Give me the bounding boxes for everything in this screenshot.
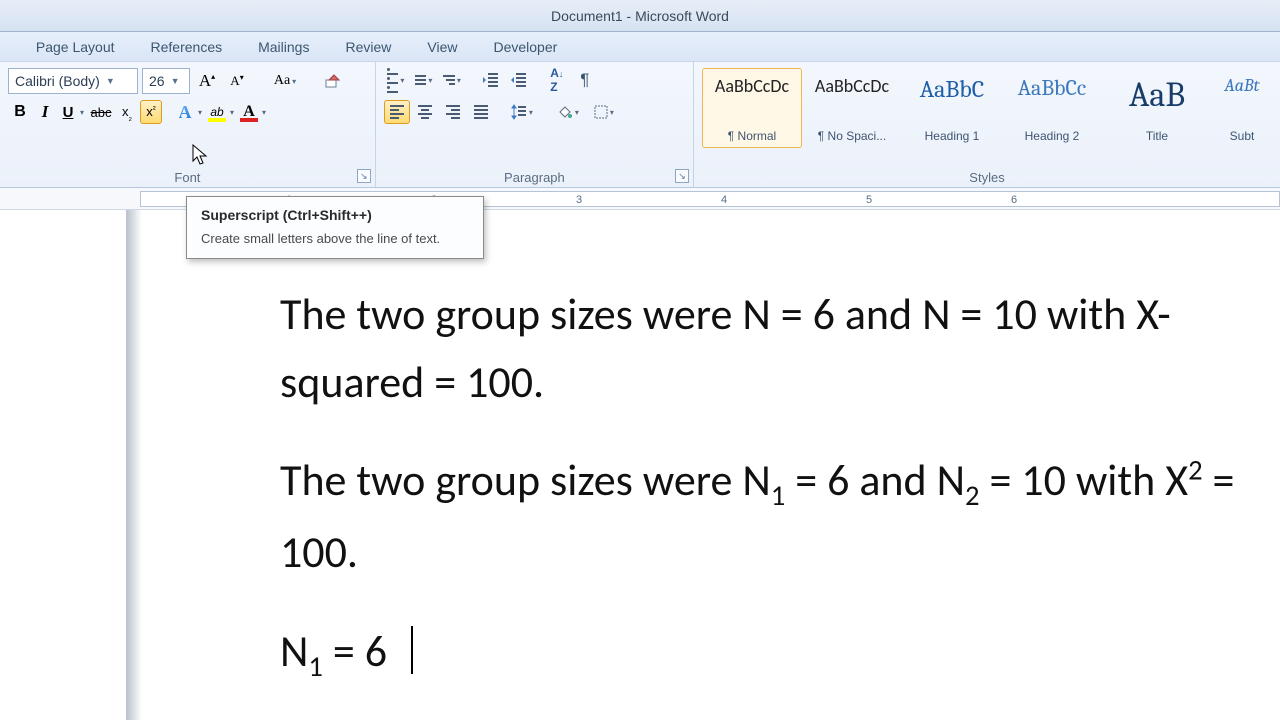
paragraph-1[interactable]: The two group sizes were N = 6 and N = 1… — [280, 280, 1240, 416]
bold-button[interactable]: B — [8, 103, 32, 121]
indent-icon — [510, 72, 528, 88]
numbering-button[interactable]: ▾ — [412, 68, 438, 92]
tab-references[interactable]: References — [133, 33, 241, 61]
tab-mailings[interactable]: Mailings — [240, 33, 327, 61]
paragraph-3[interactable]: N1 = 6 — [280, 617, 1240, 689]
eraser-icon — [324, 72, 342, 90]
document-area[interactable]: The two group sizes were N = 6 and N = 1… — [0, 210, 1280, 720]
bullets-button[interactable]: ▾ — [384, 68, 410, 92]
multilevel-icon — [443, 75, 455, 85]
group-styles: AaBbCcDc ¶ Normal AaBbCcDc ¶ No Spaci...… — [694, 62, 1280, 187]
align-left-icon — [390, 105, 404, 119]
decrease-indent-button[interactable] — [478, 68, 504, 92]
tab-review[interactable]: Review — [327, 33, 409, 61]
ribbon: Calibri (Body) ▼ 26 ▼ A▴ A▾ Aa▾ B — [0, 62, 1280, 188]
chevron-down-icon: ▾ — [78, 108, 86, 117]
bullets-icon — [387, 68, 398, 93]
style-no-spacing[interactable]: AaBbCcDc ¶ No Spaci... — [802, 68, 902, 148]
text-effects-icon: A — [179, 102, 192, 123]
highlight-icon: ab — [210, 105, 223, 119]
sort-button[interactable]: A↓Z — [544, 68, 570, 92]
borders-icon — [594, 105, 608, 119]
chevron-down-icon: ▾ — [228, 108, 236, 117]
italic-button[interactable]: I — [34, 102, 56, 122]
underline-button[interactable]: U ▾ — [58, 104, 86, 121]
style-title[interactable]: AaB Title — [1102, 68, 1212, 148]
align-right-button[interactable] — [440, 100, 466, 124]
page-edge — [126, 210, 142, 720]
font-name-combo[interactable]: Calibri (Body) ▼ — [8, 68, 138, 94]
pilcrow-icon: ¶ — [580, 70, 589, 90]
line-spacing-icon — [511, 104, 527, 120]
paragraph-2[interactable]: The two group sizes were N1 = 6 and N2 =… — [280, 446, 1240, 586]
group-label-paragraph: Paragraph — [376, 170, 693, 185]
tab-developer[interactable]: Developer — [475, 33, 575, 61]
group-label-font: Font — [0, 170, 375, 185]
tooltip-title: Superscript (Ctrl+Shift++) — [201, 207, 469, 223]
font-name-value: Calibri (Body) — [15, 73, 100, 89]
title-bar: Document1 - Microsoft Word — [0, 0, 1280, 32]
shading-button[interactable]: ▾ — [552, 100, 586, 124]
line-spacing-button[interactable]: ▾ — [506, 100, 540, 124]
strikethrough-button[interactable]: abc — [88, 105, 114, 120]
change-case-button[interactable]: Aa▾ — [268, 68, 304, 94]
window-title: Document1 - Microsoft Word — [551, 8, 729, 24]
group-paragraph: ▾ ▾ ▾ A↓Z ¶ — [376, 62, 694, 187]
bucket-icon — [557, 104, 573, 120]
font-size-value: 26 — [149, 73, 165, 89]
multilevel-button[interactable]: ▾ — [440, 68, 466, 92]
sort-icon: A↓Z — [550, 66, 563, 94]
group-label-styles: Styles — [694, 170, 1280, 185]
highlight-button[interactable]: ab ▾ — [206, 101, 236, 123]
justify-icon — [474, 105, 488, 119]
grow-font-button[interactable]: A▴ — [194, 68, 220, 94]
style-heading-2[interactable]: AaBbCc Heading 2 — [1002, 68, 1102, 148]
text-cursor — [411, 626, 413, 674]
align-left-button[interactable] — [384, 100, 410, 124]
chevron-down-icon: ▾ — [290, 77, 298, 86]
tab-view[interactable]: View — [409, 33, 475, 61]
increase-indent-button[interactable] — [506, 68, 532, 92]
ribbon-tabs: t Page Layout References Mailings Review… — [0, 32, 1280, 62]
shrink-font-button[interactable]: A▾ — [224, 68, 250, 94]
group-font: Calibri (Body) ▼ 26 ▼ A▴ A▾ Aa▾ B — [0, 62, 376, 187]
subscript-button[interactable]: x₂ — [116, 100, 138, 124]
chevron-down-icon: ▾ — [196, 108, 204, 117]
tooltip-body: Create small letters above the line of t… — [201, 231, 469, 246]
chevron-down-icon: ▼ — [171, 76, 180, 86]
page[interactable]: The two group sizes were N = 6 and N = 1… — [140, 250, 1240, 689]
borders-button[interactable]: ▾ — [588, 100, 622, 124]
align-center-icon — [418, 105, 432, 119]
show-marks-button[interactable]: ¶ — [572, 68, 598, 92]
justify-button[interactable] — [468, 100, 494, 124]
style-subtitle[interactable]: AaBt Subt — [1212, 68, 1272, 148]
align-right-icon — [446, 105, 460, 119]
numbering-icon — [415, 75, 426, 85]
paragraph-dialog-launcher[interactable]: ↘ — [675, 169, 689, 183]
chevron-down-icon: ▼ — [106, 76, 115, 86]
outdent-icon — [482, 72, 500, 88]
text-effects-button[interactable]: A ▾ — [174, 101, 204, 123]
chevron-down-icon: ▾ — [260, 108, 268, 117]
tooltip-superscript: Superscript (Ctrl+Shift++) Create small … — [186, 196, 484, 259]
style-heading-1[interactable]: AaBbC Heading 1 — [902, 68, 1002, 148]
align-center-button[interactable] — [412, 100, 438, 124]
tab-page-layout[interactable]: Page Layout — [18, 33, 133, 61]
tab-partial[interactable]: t — [0, 33, 18, 61]
clear-formatting-button[interactable] — [320, 68, 346, 94]
style-normal[interactable]: AaBbCcDc ¶ Normal — [702, 68, 802, 148]
font-color-button[interactable]: A ▾ — [238, 101, 268, 123]
styles-gallery[interactable]: AaBbCcDc ¶ Normal AaBbCcDc ¶ No Spaci...… — [702, 68, 1272, 165]
superscript-button[interactable]: x² — [140, 100, 162, 124]
font-dialog-launcher[interactable]: ↘ — [357, 169, 371, 183]
font-size-combo[interactable]: 26 ▼ — [142, 68, 190, 94]
